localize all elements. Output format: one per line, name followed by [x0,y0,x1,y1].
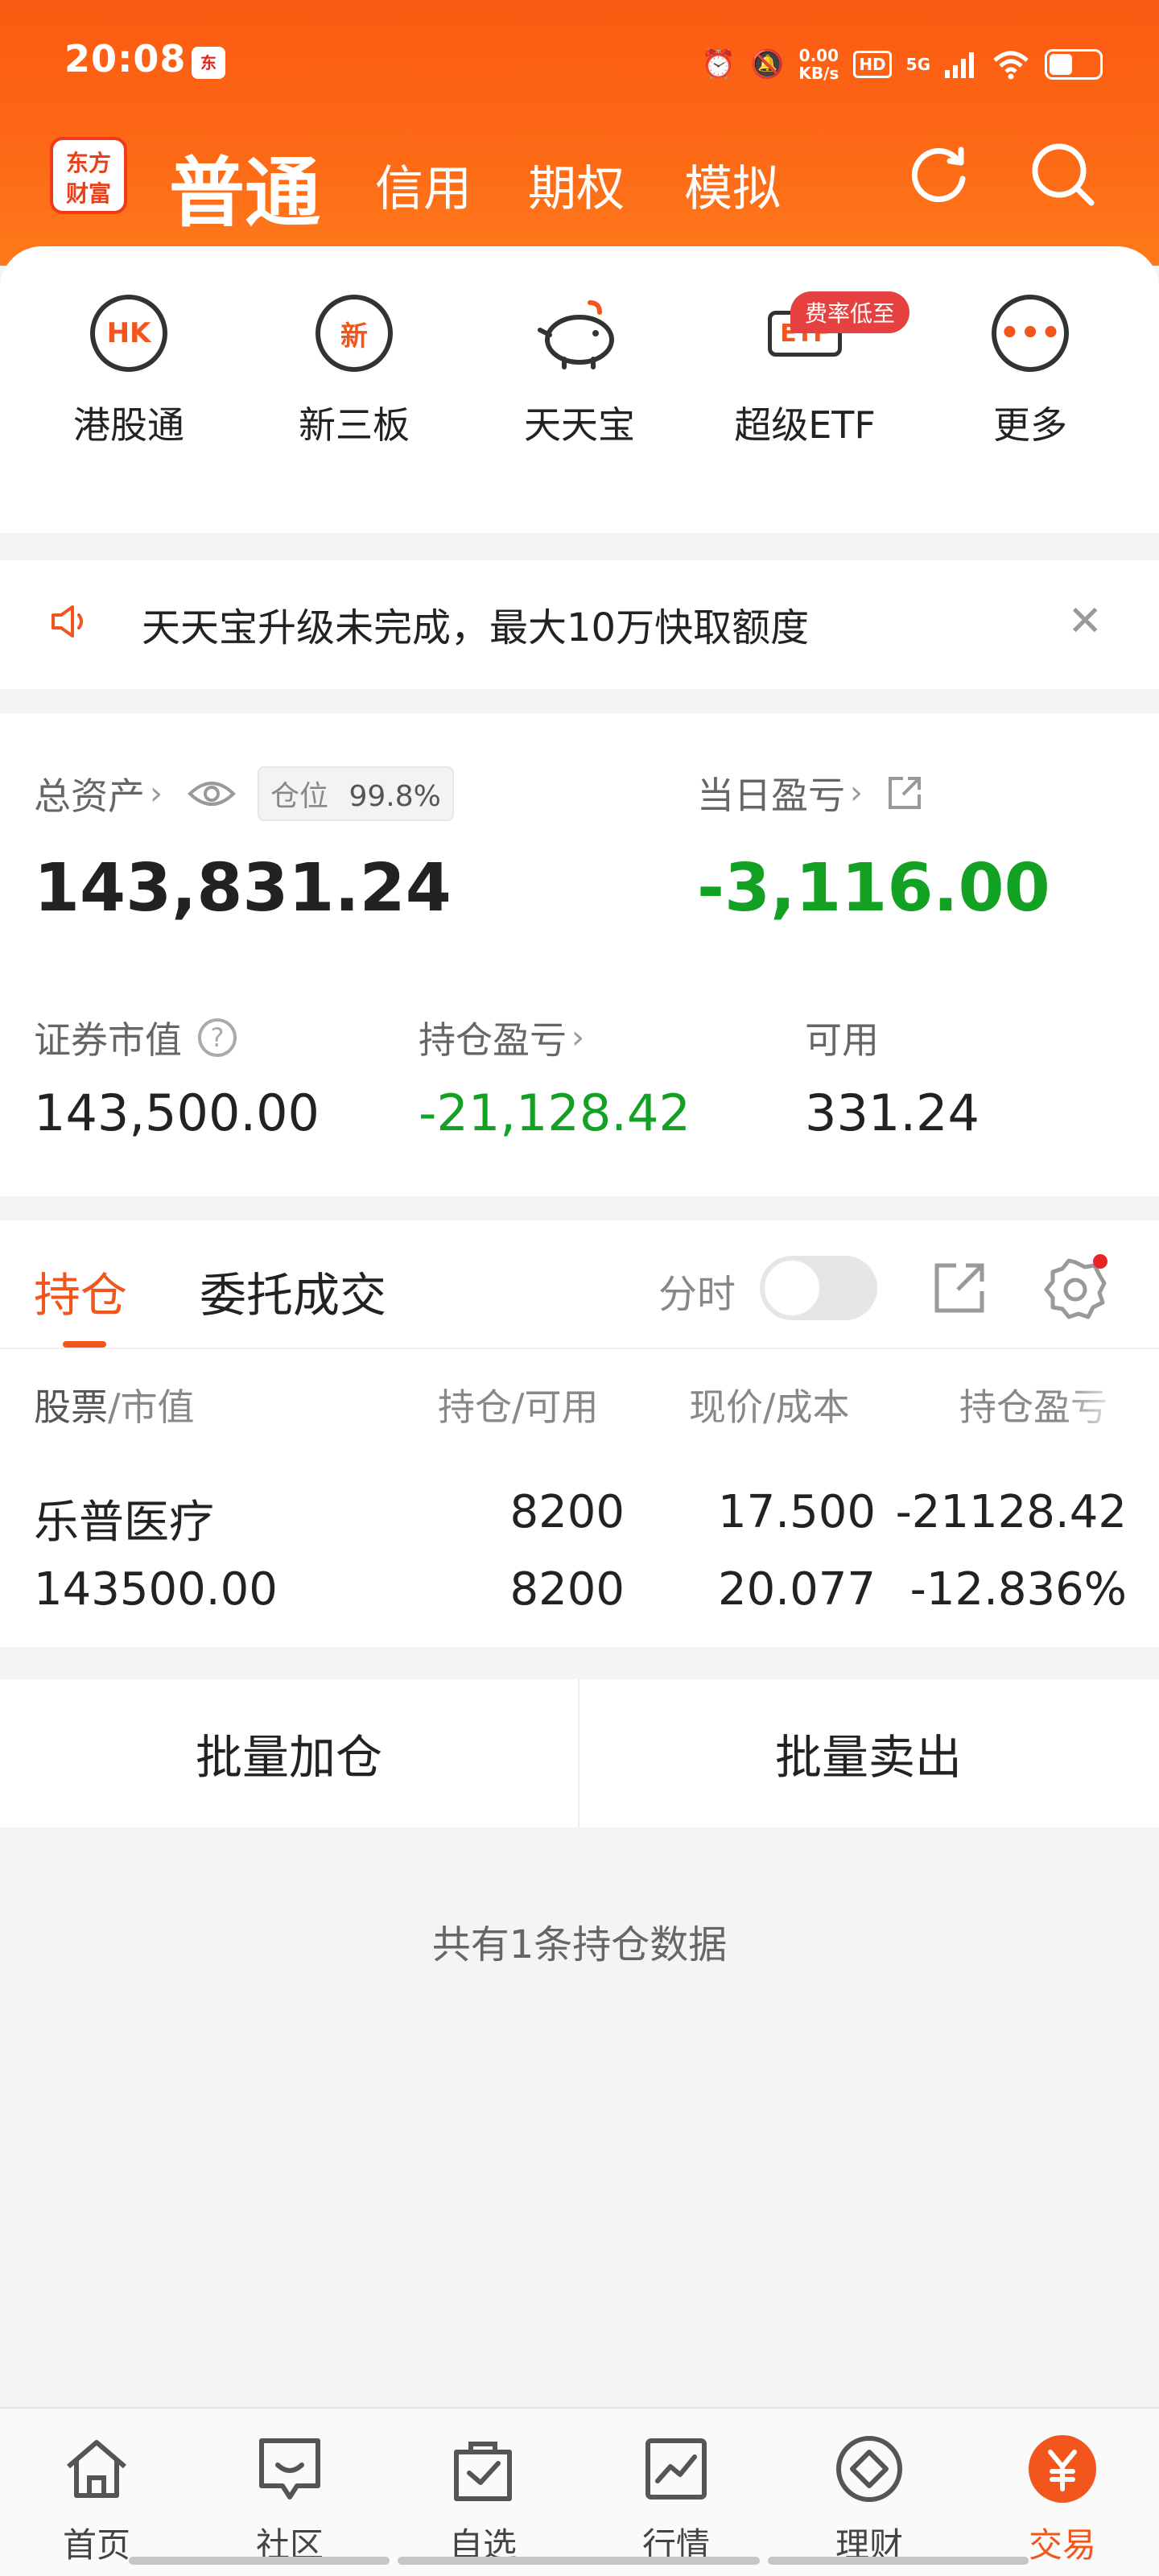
chevron-right-icon: › [571,1019,584,1056]
quick-tiantianbao[interactable]: 天天宝 [483,295,676,449]
quick-actions: HK 港股通 新 新三板 天天宝 ETF 超级ETF ••• 更多 费率低至 [0,246,1159,533]
wifi-icon [993,51,1029,80]
market-value: 143,500.00 [34,1084,320,1142]
cell-signal-icon [945,52,974,78]
battery-icon [1045,49,1103,80]
header-stock: 股票/市值 [34,1385,195,1429]
status-icons: ⏰ 🔕 0.00 KB/s HD 5G [702,43,1103,85]
tabbar-home[interactable]: 首页 [0,2433,193,2567]
signal-icon: 5G [905,55,930,74]
net-speed: 0.00 KB/s [798,46,839,83]
tab-orders[interactable]: 委托成交 [200,1257,386,1325]
tab-underline [63,1341,106,1348]
chat-icon [259,2438,320,2500]
hd-icon: HD [853,51,892,78]
cost-price: 20.077 [718,1563,876,1616]
total-assets-header[interactable]: 总资产 › 仓位 99.8% [34,766,454,821]
stock-name: 乐普医疗 [34,1496,214,1549]
tabbar-watchlist[interactable]: 自选 [386,2433,580,2567]
alarm-icon: ⏰ [701,48,736,80]
quick-hk-connect[interactable]: HK 港股通 [32,295,225,449]
realtime-label: 分时 [658,1272,736,1317]
available-qty: 8200 [509,1563,625,1616]
positions-tabs: 持仓 委托成交 分时 [0,1220,1159,1349]
daily-pl-label: 当日盈亏 [697,774,845,817]
notification-app-icon: 东 [192,47,225,79]
hk-icon: HK [90,295,167,372]
header: 20:08 东 ⏰ 🔕 0.00 KB/s HD 5G 东方 财富 普通 信用 … [0,0,1159,266]
external-link-icon[interactable] [885,774,924,812]
share-icon[interactable] [930,1259,988,1317]
available-label: 可用 [805,1018,879,1062]
holding-pl: -21128.42 [895,1486,1127,1538]
diamond-icon [836,2436,902,2502]
mute-icon: 🔕 [750,48,785,80]
tab-options[interactable]: 期权 [528,150,625,220]
more-icon: ••• [992,295,1069,372]
chevron-right-icon: › [150,775,163,812]
tab-holdings[interactable]: 持仓 [34,1257,127,1325]
speaker-icon [52,605,83,638]
quick-neeq[interactable]: 新 新三板 [258,295,451,449]
new-board-icon: 新 [316,295,393,372]
status-bar: 20:08 东 ⏰ 🔕 0.00 KB/s HD 5G [0,32,1159,97]
tab-credit[interactable]: 信用 [375,150,472,220]
help-icon[interactable]: ? [198,1018,237,1057]
bottom-tab-bar: 首页 社区 自选 行情 理财 交易 [0,2407,1159,2576]
yuan-icon [1029,2435,1096,2503]
tabbar-community[interactable]: 社区 [193,2433,386,2567]
app-logo[interactable]: 东方 财富 [50,137,127,214]
notice-text: 天天宝升级未完成，最大10万快取额度 [142,605,810,650]
tabbar-trade[interactable]: 交易 [966,2433,1159,2567]
header-holding: 持仓/可用 [438,1385,599,1429]
holding-qty: 8200 [509,1486,625,1538]
close-icon[interactable]: ✕ [1067,597,1103,646]
available-value: 331.24 [805,1084,980,1142]
tabbar-wealth[interactable]: 理财 [773,2433,966,2567]
eye-icon[interactable] [187,778,237,810]
home-icon [67,2440,126,2498]
total-assets-value: 143,831.24 [34,850,452,927]
stock-market-value: 143500.00 [34,1563,278,1616]
market-value-header: 证券市值 ? [34,1011,237,1064]
fee-badge: 费率低至 [790,291,910,333]
current-price: 17.500 [718,1486,876,1538]
top-nav: 东方 财富 普通 信用 期权 模拟 [0,129,1159,237]
notification-dot [1093,1254,1107,1269]
gesture-bar [129,2557,390,2565]
positions-panel: 持仓 委托成交 分时 股票/市值 持仓/可用 现价/成本 持仓盈亏 乐普医疗 1… [0,1220,1159,1647]
header-price: 现价/成本 [689,1385,850,1429]
quick-more[interactable]: ••• 更多 [934,295,1127,449]
chevron-right-icon: › [850,774,863,811]
batch-add-button[interactable]: 批量加仓 [0,1679,578,1827]
holding-pl-percent: -12.836% [909,1563,1127,1616]
status-time: 20:08 [64,37,187,80]
gesture-bar [768,2557,1029,2565]
bag-check-icon [454,2442,512,2501]
tabbar-market[interactable]: 行情 [580,2433,773,2567]
tab-normal[interactable]: 普通 [169,132,320,242]
daily-pl-value: -3,116.00 [697,850,1050,927]
position-ratio-chip: 仓位 99.8% [258,766,454,821]
holdings-count: 共有1条持仓数据 [431,1922,728,1967]
batch-sell-button[interactable]: 批量卖出 [580,1679,1157,1827]
holding-pl-header[interactable]: 持仓盈亏 › [419,1011,584,1064]
assets-panel: 总资产 › 仓位 99.8% 143,831.24 当日盈亏 › -3,116.… [0,713,1159,1196]
piggy-bank-icon [538,300,614,369]
refresh-icon[interactable] [903,138,975,211]
total-assets-label: 总资产 [34,774,145,818]
chart-icon [645,2438,707,2500]
gesture-bar [398,2557,760,2565]
daily-pl-header[interactable]: 当日盈亏 › [697,766,924,819]
search-icon[interactable] [1027,138,1099,211]
batch-actions: 批量加仓 批量卖出 [0,1679,1159,1827]
tab-simulation[interactable]: 模拟 [684,150,781,220]
notice-bar[interactable]: 天天宝升级未完成，最大10万快取额度 ✕ [0,560,1159,689]
header-pl: 持仓盈亏 [959,1385,1107,1429]
realtime-toggle[interactable] [760,1256,877,1320]
holding-pl-value: -21,128.42 [419,1084,691,1142]
